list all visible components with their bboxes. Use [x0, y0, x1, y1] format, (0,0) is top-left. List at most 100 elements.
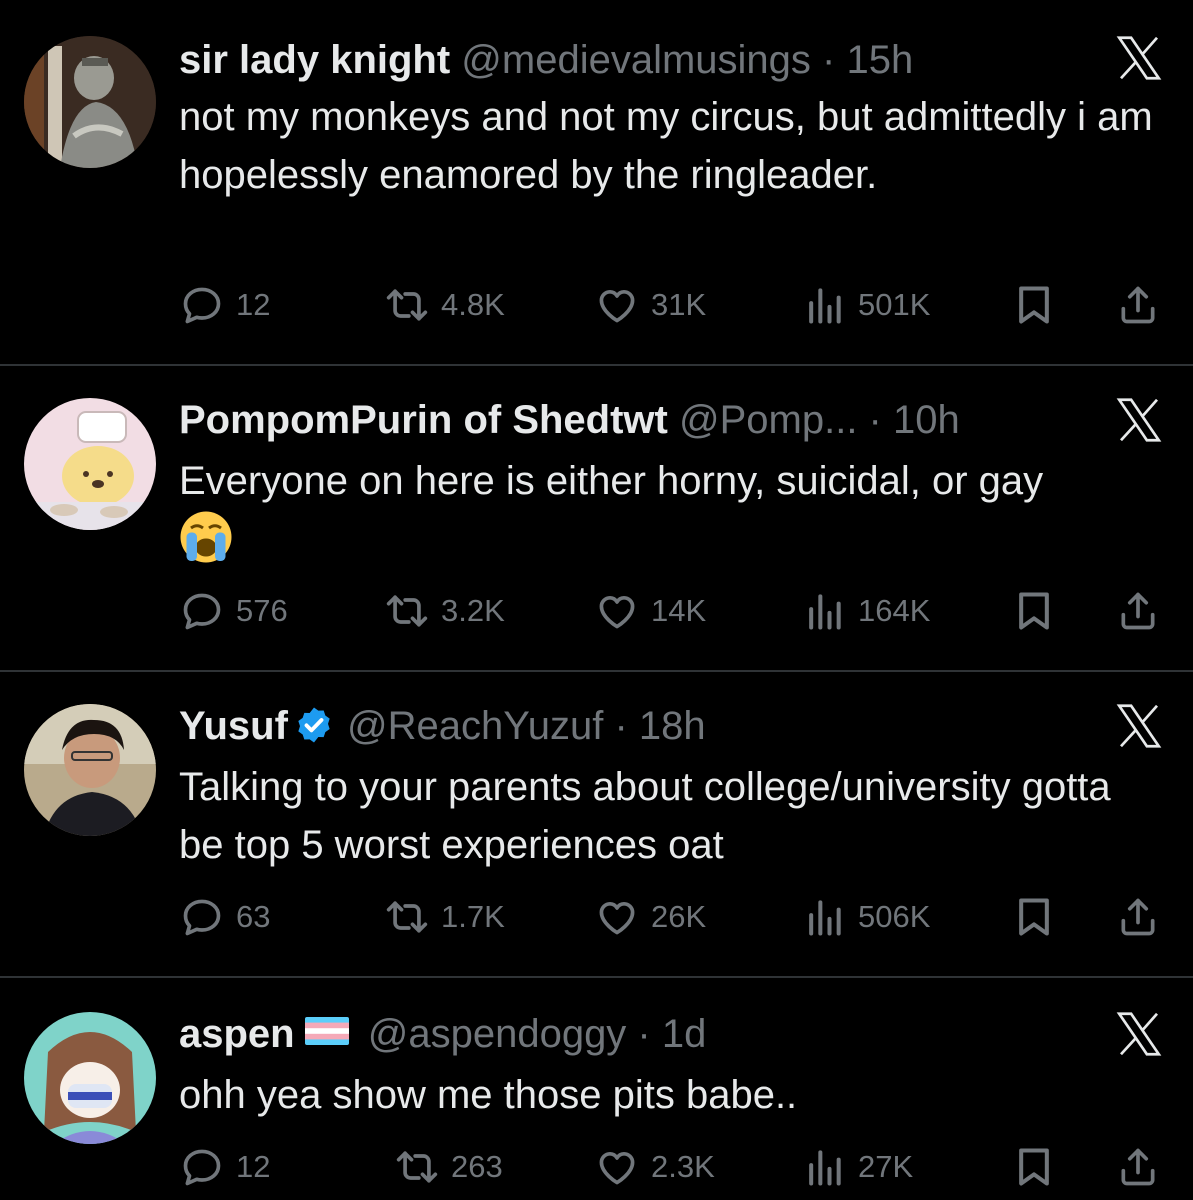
tweet-text: Talking to your parents about college/un… [179, 765, 1111, 867]
share-button[interactable] [1116, 588, 1160, 634]
action-bar: 576 3.2K 14K 164K [180, 588, 1165, 634]
reply-button[interactable]: 12 [180, 1144, 270, 1190]
user-handle[interactable]: @ReachYuzuf [347, 704, 603, 748]
bookmark-icon [1012, 283, 1056, 327]
like-button[interactable]: 26K [595, 894, 706, 940]
like-count: 26K [651, 899, 707, 934]
x-logo-icon [1112, 1007, 1166, 1061]
repost-button[interactable]: 3.2K [385, 588, 505, 634]
reply-button[interactable]: 63 [180, 894, 270, 940]
share-button[interactable] [1116, 894, 1160, 940]
views-count: 164K [858, 593, 931, 628]
separator-dot: · [857, 398, 893, 442]
x-logo-icon [1112, 31, 1166, 85]
tweet-text-body: Everyone on here is either horny, suicid… [179, 459, 1044, 503]
like-icon [595, 283, 639, 327]
tweet-header: PompomPurin of Shedtwt @Pomp... · 10h [179, 395, 960, 445]
tweet[interactable]: Yusuf @ReachYuzuf · 18h Talking to your … [0, 672, 1193, 976]
like-button[interactable]: 31K [595, 282, 706, 328]
separator-dot: · [626, 1012, 662, 1056]
action-bar: 63 1.7K 26K 506K [180, 894, 1165, 940]
views-count: 27K [858, 1149, 914, 1184]
reply-count: 576 [236, 593, 288, 628]
repost-button[interactable]: 4.8K [385, 282, 505, 328]
reply-icon [180, 589, 224, 633]
like-button[interactable]: 14K [595, 588, 706, 634]
tweet-feed: sir lady knight @medievalmusings · 15h n… [0, 0, 1193, 1200]
repost-count: 263 [451, 1149, 503, 1184]
repost-count: 4.8K [441, 287, 505, 322]
reply-icon [180, 895, 224, 939]
bookmark-icon [1012, 589, 1056, 633]
bookmark-icon [1012, 1145, 1056, 1189]
views-button[interactable]: 27K [802, 1144, 913, 1190]
tweet[interactable]: PompomPurin of Shedtwt @Pomp... · 10h Ev… [0, 366, 1193, 670]
like-count: 31K [651, 287, 707, 322]
avatar[interactable] [24, 704, 156, 836]
timestamp[interactable]: 10h [893, 398, 960, 442]
timestamp[interactable]: 15h [846, 38, 913, 82]
views-icon [802, 895, 846, 939]
views-icon [802, 283, 846, 327]
x-logo-icon [1112, 699, 1166, 753]
tweet-text: Everyone on here is either horny, suicid… [179, 452, 1159, 570]
views-count: 501K [858, 287, 931, 322]
reply-count: 63 [236, 899, 271, 934]
separator-dot: · [603, 704, 639, 748]
tweet-text: ohh yea show me those pits babe.. [179, 1073, 798, 1117]
timestamp[interactable]: 18h [639, 704, 706, 748]
repost-icon [385, 589, 429, 633]
bookmark-button[interactable] [1012, 1144, 1056, 1190]
like-icon [595, 1145, 639, 1189]
reply-icon [180, 283, 224, 327]
repost-icon [385, 283, 429, 327]
display-name[interactable]: Yusuf [179, 704, 288, 748]
views-button[interactable]: 506K [802, 894, 930, 940]
bookmark-icon [1012, 895, 1056, 939]
views-icon [802, 589, 846, 633]
timestamp[interactable]: 1d [662, 1012, 707, 1056]
share-icon [1116, 283, 1160, 327]
avatar[interactable] [24, 398, 156, 530]
views-button[interactable]: 164K [802, 588, 930, 634]
transgender-flag-icon [304, 1017, 349, 1045]
repost-icon [385, 895, 429, 939]
x-logo-icon [1112, 393, 1166, 447]
display-name[interactable]: aspen [179, 1012, 295, 1056]
user-handle[interactable]: @aspendoggy [368, 1012, 627, 1056]
user-handle[interactable]: @Pomp... [679, 398, 857, 442]
tweet[interactable]: sir lady knight @medievalmusings · 15h n… [0, 0, 1193, 364]
reply-button[interactable]: 12 [180, 282, 270, 328]
display-name[interactable]: sir lady knight [179, 38, 450, 82]
like-count: 14K [651, 593, 707, 628]
repost-button[interactable]: 263 [395, 1144, 503, 1190]
like-button[interactable]: 2.3K [595, 1144, 715, 1190]
verified-badge-icon [298, 707, 330, 743]
bookmark-button[interactable] [1012, 282, 1056, 328]
reply-count: 12 [236, 1149, 271, 1184]
action-bar: 12 263 2.3K 27K [180, 1144, 1165, 1190]
action-bar: 12 4.8K 31K 501K [180, 282, 1165, 328]
share-button[interactable] [1116, 1144, 1160, 1190]
reply-button[interactable]: 576 [180, 588, 288, 634]
tweet[interactable]: aspen @aspendoggy · 1d ohh yea show me t… [0, 978, 1193, 1200]
tweet-header: aspen @aspendoggy · 1d [179, 1009, 706, 1059]
repost-count: 3.2K [441, 593, 505, 628]
bookmark-button[interactable] [1012, 588, 1056, 634]
avatar[interactable] [24, 1012, 156, 1144]
repost-icon [395, 1145, 439, 1189]
repost-button[interactable]: 1.7K [385, 894, 505, 940]
share-icon [1116, 895, 1160, 939]
loudly-crying-face-emoji [180, 511, 232, 563]
like-icon [595, 895, 639, 939]
avatar[interactable] [24, 36, 156, 168]
display-name[interactable]: PompomPurin of Shedtwt [179, 398, 668, 442]
reply-count: 12 [236, 287, 271, 322]
like-icon [595, 589, 639, 633]
user-handle[interactable]: @medievalmusings [461, 38, 811, 82]
views-button[interactable]: 501K [802, 282, 930, 328]
share-icon [1116, 1145, 1160, 1189]
share-button[interactable] [1116, 282, 1160, 328]
bookmark-button[interactable] [1012, 894, 1056, 940]
share-icon [1116, 589, 1160, 633]
